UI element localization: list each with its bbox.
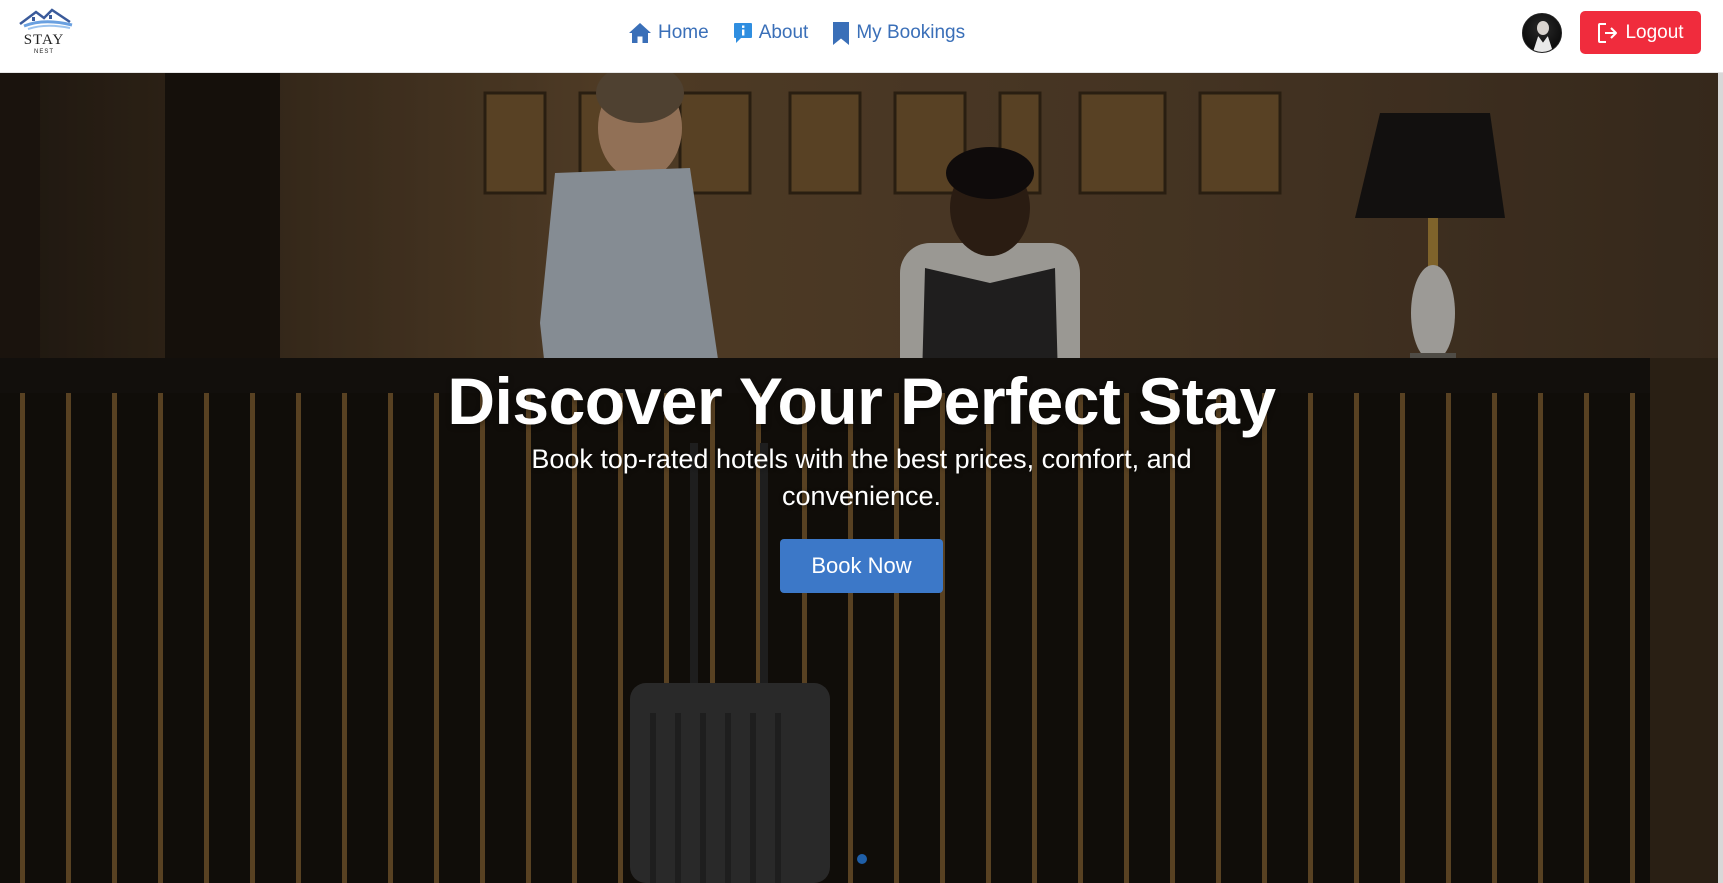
avatar-body (1531, 36, 1555, 52)
main-nav: Home About My Bookings (628, 17, 965, 49)
page-scrollbar[interactable] (1718, 73, 1723, 883)
brand-sub: NEST (33, 49, 54, 55)
carousel-dot-active[interactable] (856, 854, 867, 864)
info-icon (733, 23, 752, 43)
nav-about-label: About (758, 22, 809, 43)
nav-home[interactable]: Home (628, 22, 709, 44)
logout-icon (1598, 22, 1618, 43)
logout-label: Logout (1625, 21, 1684, 43)
logout-button[interactable]: Logout (1580, 11, 1701, 54)
hero-title: Discover Your Perfect Stay (447, 364, 1276, 438)
hero-subtitle: Book top-rated hotels with the best pric… (531, 444, 1192, 511)
navbar: STAY NEST Home About My Bookings Logout (0, 0, 1723, 73)
nav-home-label: Home (658, 22, 709, 43)
nav-my-bookings[interactable]: My Bookings (832, 21, 965, 46)
hero-carousel: Discover Your Perfect Stay Book top-rate… (0, 73, 1723, 883)
book-now-button[interactable]: Book Now (780, 539, 943, 593)
brand-logo[interactable]: STAY NEST (14, 6, 78, 58)
brand-name: STAY (23, 32, 65, 48)
user-avatar[interactable] (1522, 13, 1562, 53)
bookmark-icon (833, 21, 850, 45)
home-icon (629, 23, 651, 43)
nav-my-bookings-label: My Bookings (856, 22, 966, 43)
logo-roof-icon (19, 8, 73, 30)
hero-content: Discover Your Perfect Stay Book top-rate… (0, 363, 1723, 593)
nav-about[interactable]: About (733, 22, 809, 44)
avatar-face (1537, 21, 1549, 35)
carousel-indicators (0, 854, 1723, 864)
